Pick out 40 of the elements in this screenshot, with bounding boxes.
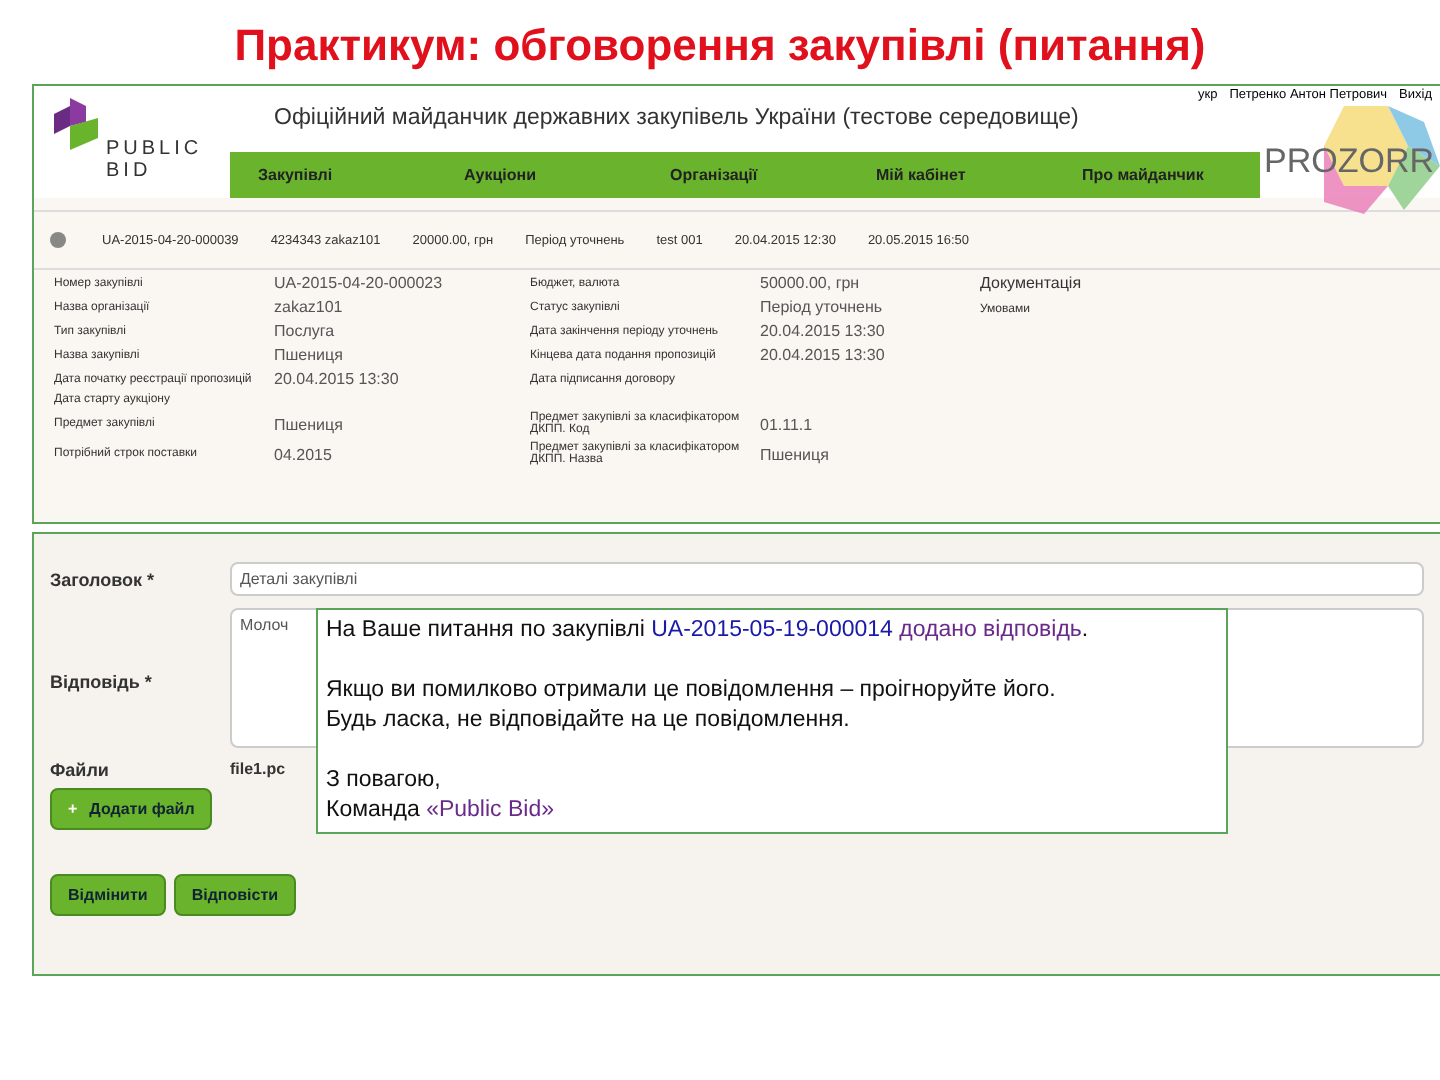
slide-title: Практикум: обговорення закупівлі (питання)	[232, 18, 1208, 74]
detail-value: zakaz101	[274, 298, 343, 316]
detail-value: Пшениця	[274, 415, 343, 433]
detail-value: Послуга	[274, 322, 335, 340]
detail-value: 04.2015	[274, 445, 332, 463]
form-button[interactable]: Відмінити	[50, 874, 166, 916]
nav-item[interactable]: Закупівлі	[230, 166, 436, 184]
nav-item[interactable]: Мій кабінет	[848, 166, 1054, 184]
field-label: Заголовок *	[50, 568, 157, 590]
nav-item[interactable]: Аукціони	[436, 166, 642, 184]
detail-value: Пшениця	[760, 445, 829, 463]
email-text: Будь ласка, не відповідайте на це повідомлення.	[326, 706, 852, 736]
detail-value: 50000.00, грн	[760, 274, 860, 292]
documents-heading: Документація	[980, 274, 1082, 292]
tender-link[interactable]: UA-2015-05-19-000014	[651, 618, 893, 642]
add-file-button[interactable]: + Додати файл	[50, 788, 213, 830]
file-name: file1.pc	[230, 760, 286, 780]
logo-word: PUBLIC	[106, 138, 203, 160]
email-text: Якщо ви помилково отримали це повідомлення – проігноруйте його.	[326, 676, 1058, 706]
detail-value: UA-2015-04-20-000023	[274, 274, 443, 292]
detail-value: 20.04.2015 13:30	[760, 346, 885, 364]
field-label: Відповідь *	[50, 670, 154, 692]
form-button[interactable]: Відповісти	[173, 874, 297, 916]
nav-item[interactable]: Про майданчик	[1054, 166, 1260, 184]
email-text: Команда «Public Bid»	[326, 796, 556, 826]
logo-word: BID	[106, 160, 154, 182]
detail-value: Період уточнень	[760, 298, 883, 316]
answer-link[interactable]: додано відповідь	[899, 618, 1082, 642]
title-field[interactable]: Деталі закупівлі	[230, 562, 1424, 596]
team-link[interactable]: «Public Bid»	[426, 798, 554, 822]
detail-value: 01.11.1	[760, 415, 813, 433]
prozorro-logo: PROZORR	[1264, 106, 1440, 214]
detail-value: 20.04.2015 13:30	[274, 370, 399, 388]
nav-item[interactable]: Організації	[642, 166, 848, 184]
detail-value: Пшениця	[274, 346, 343, 364]
field-label: Файли	[50, 760, 111, 780]
email-text: На Ваше питання по закупівлі UA-2015-05-19-000014 додано відповідь.	[326, 616, 1091, 646]
site-title: Офіційний майданчик державних закупівель України (тестове середовище)	[274, 106, 1079, 130]
email-text: З повагою,	[326, 766, 443, 796]
detail-value: 20.04.2015 13:30	[760, 322, 885, 340]
